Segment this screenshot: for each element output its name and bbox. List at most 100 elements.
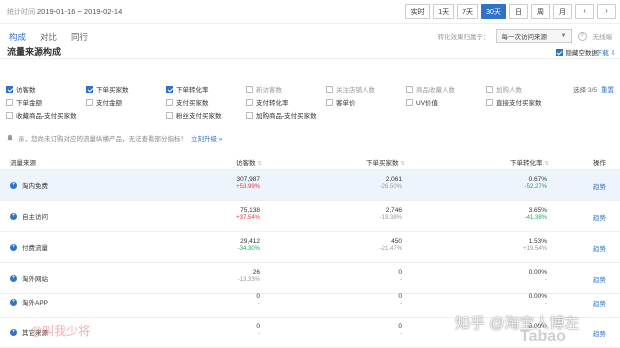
period-day-button[interactable]: 日	[509, 4, 528, 19]
metric-pay-amount[interactable]: 支付金额	[86, 97, 122, 107]
metric-checkbox[interactable]	[166, 85, 173, 93]
metric-checkbox[interactable]	[86, 85, 93, 93]
date-range: 2019-01-16 ~ 2019-02-14	[37, 7, 123, 16]
metric-checkbox[interactable]	[486, 98, 493, 106]
metric-checkbox[interactable]	[6, 85, 13, 93]
metric-checkbox[interactable]	[246, 111, 253, 119]
source-cell[interactable]: + 淘外网站	[10, 273, 48, 283]
metric-checkbox[interactable]	[326, 98, 333, 106]
buyers-cell: 0-	[398, 269, 402, 283]
metric-order-buyers[interactable]: 下单买家数	[86, 84, 129, 94]
rate-cell: 3.65% -41.38%	[525, 207, 547, 221]
info-icon[interactable]: ?	[577, 31, 587, 41]
download-label: 下载	[595, 50, 609, 57]
metric-checkbox[interactable]	[166, 111, 173, 119]
metric-add-cart[interactable]: 加购人数	[486, 84, 522, 94]
column-header-rate-label: 下单转化率	[510, 160, 543, 167]
metric-pay-rate[interactable]: 支付转化率	[246, 97, 289, 107]
sort-icon[interactable]: ⇅	[544, 161, 549, 167]
table-row: + 淘内免费 307,987 +53.99% 2,061 -26.50% 0.67% -…	[0, 170, 620, 201]
trend-link[interactable]: 趋势	[593, 243, 606, 253]
upgrade-link[interactable]: 立刻升级 »	[191, 133, 222, 143]
metric-visitors[interactable]: 访客数	[6, 84, 36, 94]
prev-period-button[interactable]: ‹	[575, 4, 594, 19]
metric-pay-buyers[interactable]: 支付买家数	[166, 97, 209, 107]
metric-shop-followers[interactable]: 关注店铺人数	[326, 84, 375, 94]
period-month-button[interactable]: 月	[553, 4, 572, 19]
expand-icon[interactable]: +	[10, 181, 17, 189]
expand-icon[interactable]: +	[10, 243, 17, 251]
metric-checkbox[interactable]	[246, 85, 253, 93]
expand-icon[interactable]: +	[10, 212, 17, 220]
trend-link[interactable]: 趋势	[593, 181, 606, 191]
sort-icon[interactable]: ⇅	[257, 161, 262, 167]
metric-checkbox[interactable]	[246, 98, 253, 106]
period-30day-button[interactable]: 30天	[481, 4, 506, 19]
metric-checkbox[interactable]	[86, 98, 93, 106]
rate-value: 0.67%	[528, 176, 547, 183]
source-cell[interactable]: + 淘外APP	[10, 297, 48, 307]
metric-avg-price[interactable]: 客单价	[326, 97, 356, 107]
metric-checkbox[interactable]	[166, 98, 173, 106]
period-1day-button[interactable]: 1天	[433, 4, 455, 19]
column-header-rate[interactable]: 下单转化率 ⇅	[510, 157, 549, 167]
metric-checkbox[interactable]	[6, 98, 13, 106]
attribution-select[interactable]: 每一次访问来源 ▼	[495, 29, 572, 43]
source-cell[interactable]: + 淘内免费	[10, 180, 48, 190]
tab-compare[interactable]: 对比	[40, 31, 57, 43]
period-week-button[interactable]: 周	[531, 4, 550, 19]
expand-icon[interactable]: +	[10, 328, 17, 336]
visitors-cell: 29,412 -34.30%	[238, 238, 260, 252]
metric-checkbox[interactable]	[406, 98, 413, 106]
metric-fan-pay-buyers[interactable]: 粉丝支付买家数	[166, 110, 222, 120]
rate-value: 0.00%	[528, 293, 547, 300]
tab-composition[interactable]: 构成	[9, 31, 26, 43]
metric-checkbox[interactable]	[326, 85, 333, 93]
download-link[interactable]: 下载 ⇩	[596, 47, 616, 57]
expand-icon[interactable]: +	[10, 298, 17, 306]
view-tabs: 构成 对比 同行	[9, 31, 88, 43]
trend-link[interactable]: 趋势	[593, 274, 606, 284]
trend-link[interactable]: 趋势	[593, 298, 606, 308]
trend-link[interactable]: 趋势	[593, 328, 606, 338]
sort-icon[interactable]: ⇅	[400, 161, 405, 167]
reset-button[interactable]: 重置	[601, 87, 614, 94]
chevron-left-icon: ‹	[583, 8, 586, 15]
period-7day-button[interactable]: 7天	[457, 4, 478, 19]
metric-direct-pay-buyers[interactable]: 直接支付买家数	[486, 97, 542, 107]
hide-empty-checkbox[interactable]	[555, 48, 563, 56]
metric-item-favorites[interactable]: 商品收藏人数	[406, 84, 455, 94]
metric-label: 下单转化率	[176, 87, 209, 94]
source-cell[interactable]: + 付费流量	[10, 242, 48, 252]
column-header-visitors[interactable]: 访客数 ⇅	[236, 157, 262, 167]
visitors-value: 0	[256, 293, 260, 300]
metric-order-rate[interactable]: 下单转化率	[166, 84, 209, 94]
trend-link[interactable]: 趋势	[593, 212, 606, 222]
metric-cart-pay-buyers[interactable]: 加购商品-支付买家数	[246, 110, 317, 120]
metric-label: 关注店铺人数	[336, 87, 375, 94]
buyers-delta: -26.50%	[379, 184, 402, 190]
column-header-buyers[interactable]: 下单买家数 ⇅	[366, 157, 405, 167]
metric-checkbox[interactable]	[406, 85, 413, 93]
source-name: 淘外网站	[22, 276, 48, 283]
buyers-value: 0	[398, 269, 402, 276]
metric-checkbox[interactable]	[6, 111, 13, 119]
source-cell[interactable]: + 自主访问	[10, 211, 48, 221]
metric-uv-value[interactable]: UV价值	[406, 97, 438, 107]
rate-delta: -	[545, 301, 547, 307]
period-realtime-button[interactable]: 实时	[405, 4, 431, 19]
hide-empty-toggle[interactable]: 隐藏空数据	[555, 47, 598, 57]
metric-checkbox[interactable]	[486, 85, 493, 93]
expand-icon[interactable]: +	[10, 274, 17, 282]
metric-fav-pay-buyers[interactable]: 收藏商品-支付买家数	[6, 110, 77, 120]
next-period-button[interactable]: ›	[597, 4, 616, 19]
metric-label: 下单买家数	[96, 87, 129, 94]
source-name: 淘内免费	[22, 183, 48, 190]
visitors-cell: 75,138 +37.54%	[236, 207, 260, 221]
metric-new-visitors[interactable]: 新访客数	[246, 84, 282, 94]
buyers-delta: -21.47%	[379, 246, 402, 252]
buyers-delta: -	[400, 331, 402, 337]
buyers-delta: -	[400, 277, 402, 283]
metric-order-amount[interactable]: 下单金额	[6, 97, 42, 107]
tab-peers[interactable]: 同行	[71, 31, 88, 43]
